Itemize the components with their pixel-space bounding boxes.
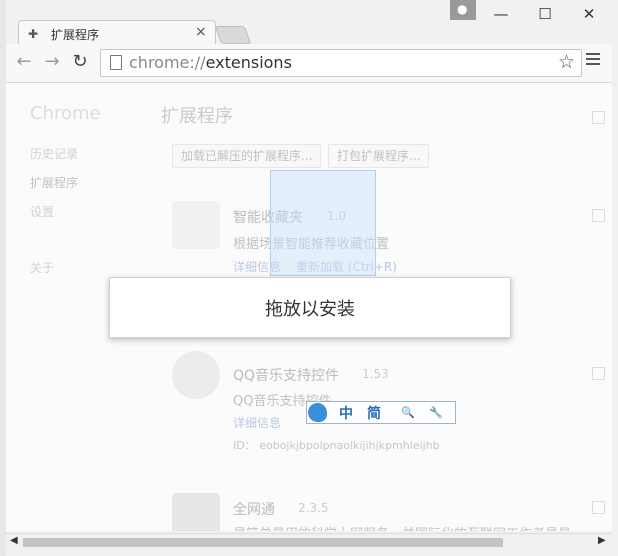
extension-enable-checkbox[interactable] — [592, 501, 605, 514]
bookmark-star-icon[interactable]: ☆ — [558, 51, 575, 73]
tab-close-button[interactable]: × — [195, 24, 207, 40]
extension-version: 1.53 — [362, 367, 389, 381]
scroll-left-icon[interactable]: ◀ — [10, 535, 18, 546]
drag-ghost — [270, 170, 376, 276]
search-icon[interactable]: 🔍 — [401, 406, 415, 419]
quanwangtong-icon — [172, 493, 220, 531]
puzzle-icon: ✚ — [28, 27, 39, 41]
ime-logo-icon[interactable] — [308, 403, 327, 422]
toolbar: ← → ↻ chrome://extensions ☆ — [6, 44, 612, 83]
reload-button[interactable]: ↻ — [68, 51, 92, 73]
title-bar: ✚ 扩展程序 × ● — ☐ ✕ — [6, 0, 612, 47]
close-window-button[interactable]: ✕ — [574, 4, 604, 24]
drop-to-install-overlay[interactable]: 拖放以安装 — [109, 277, 511, 338]
sidebar-item-history[interactable]: 历史记录 — [30, 145, 78, 162]
forward-button[interactable]: → — [40, 51, 64, 73]
browser-window: ✚ 扩展程序 × ● — ☐ ✕ ← → ↻ chrome://extensio… — [0, 0, 618, 556]
ime-chinese-toggle[interactable]: 中 — [339, 403, 353, 423]
scroll-right-icon[interactable]: ▶ — [598, 535, 606, 546]
new-tab-button[interactable] — [214, 26, 252, 44]
ime-simplified-toggle[interactable]: 简 — [367, 403, 381, 423]
extension-details-link[interactable]: 详细信息 — [233, 414, 281, 431]
extension-name: 全网通 — [233, 502, 275, 518]
scrollbar-thumb[interactable] — [23, 538, 503, 547]
tab-extensions[interactable]: ✚ 扩展程序 × — [18, 20, 216, 47]
extension-enable-checkbox[interactable] — [592, 367, 605, 380]
sidebar-item-settings[interactable]: 设置 — [30, 203, 54, 220]
sidebar-brand: Chrome — [30, 103, 101, 124]
extension-enable-checkbox[interactable] — [592, 209, 605, 222]
developer-mode-checkbox[interactable] — [592, 111, 605, 124]
extension-id: ID： eobojkjbpolpnaolkijihjkpmhleijhb — [233, 439, 440, 452]
extension-version: 2.3.5 — [298, 501, 329, 515]
sidebar-item-about[interactable]: 关于 — [30, 259, 54, 276]
extension-description: 最简单易用的科学上网服务，并国际化的互联网工作者最易 — [233, 523, 571, 531]
url-text: chrome://extensions — [129, 53, 292, 72]
user-icon: ● — [457, 2, 468, 16]
address-bar[interactable]: chrome://extensions ☆ — [100, 49, 582, 77]
url-scheme: chrome:// — [129, 53, 206, 72]
sidebar-item-extensions[interactable]: 扩展程序 — [30, 174, 78, 191]
horizontal-scrollbar[interactable]: ◀ ▶ — [6, 533, 612, 551]
url-path: extensions — [205, 53, 292, 72]
menu-icon[interactable] — [586, 53, 600, 68]
page-icon — [110, 55, 122, 70]
profile-button[interactable]: ● — [450, 0, 476, 20]
wrench-icon[interactable]: 🔧 — [429, 406, 443, 419]
drop-to-install-text: 拖放以安装 — [265, 299, 355, 320]
load-unpacked-button[interactable]: 加载已解压的扩展程序... — [172, 144, 322, 168]
page-title: 扩展程序 — [161, 106, 233, 127]
pack-extension-button[interactable]: 打包扩展程序... — [328, 144, 430, 168]
maximize-button[interactable]: ☐ — [530, 4, 560, 24]
extension-name: QQ音乐支持控件 — [233, 368, 340, 384]
back-button[interactable]: ← — [12, 51, 36, 73]
extension-icon — [172, 201, 220, 249]
qq-music-icon — [172, 351, 220, 399]
tab-title: 扩展程序 — [51, 28, 100, 42]
minimize-button[interactable]: — — [486, 4, 516, 24]
ime-toolbar: 中 简 🔍 🔧 — [306, 401, 456, 424]
